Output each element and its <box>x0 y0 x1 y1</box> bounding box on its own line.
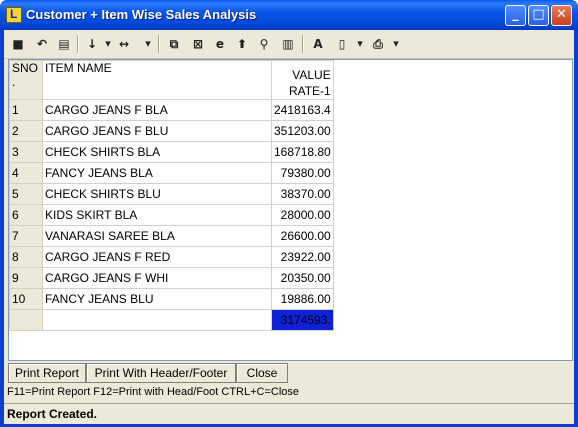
printer-dropdown-icon[interactable]: ▾ <box>388 36 404 52</box>
copy-icon[interactable]: ⧉ <box>166 36 182 52</box>
report-grid[interactable]: SNO . ITEM NAME VALUE RATE-1 1 CARGO JEAN… <box>8 59 573 361</box>
item-name-cell[interactable]: CARGO JEANS F WHI <box>42 267 272 289</box>
arrow-up-icon[interactable]: ⬆ <box>234 36 250 52</box>
value-cell[interactable]: 168718.80 <box>271 141 334 163</box>
item-name-cell[interactable]: FANCY JEANS BLA <box>42 162 272 184</box>
save-icon[interactable]: ■ <box>10 36 26 52</box>
shortcut-hint: F11=Print Report F12=Print with Head/Foo… <box>7 386 300 398</box>
app-icon <box>6 7 22 23</box>
item-name-cell[interactable]: FANCY JEANS BLU <box>42 288 272 310</box>
minimize-button[interactable]: _ <box>505 5 526 26</box>
client-area: ■ ↶ ▤ ↓ ▾ ↔ ▾ ⧉ ⊠ e ⬆ ⚲ ▥ A ▯ ▾ ⎙ ▾ SNO <box>4 30 574 424</box>
table-row[interactable]: 1 CARGO JEANS F BLA 2418163.4 <box>9 99 334 121</box>
status-bar: Report Created. <box>4 403 574 424</box>
toolbar: ■ ↶ ▤ ↓ ▾ ↔ ▾ ⧉ ⊠ e ⬆ ⚲ ▥ A ▯ ▾ ⎙ ▾ <box>4 30 574 59</box>
value-cell[interactable]: 28000.00 <box>271 204 334 226</box>
sno-cell[interactable]: 5 <box>9 183 43 205</box>
value-cell[interactable]: 19886.00 <box>271 288 334 310</box>
sno-cell[interactable]: 8 <box>9 246 43 268</box>
table-row[interactable]: 2 CARGO JEANS F BLU 351203.00 <box>9 120 334 142</box>
sno-cell[interactable]: 4 <box>9 162 43 184</box>
sno-cell[interactable]: 2 <box>9 120 43 142</box>
sort-icon[interactable]: ↓ <box>84 36 100 52</box>
value-cell[interactable]: 23922.00 <box>271 246 334 268</box>
item-name-cell[interactable]: VANARASI SAREE BLA <box>42 225 272 247</box>
table-row[interactable]: 4 FANCY JEANS BLA 79380.00 <box>9 162 334 184</box>
item-name-header[interactable]: ITEM NAME <box>42 60 272 100</box>
value-cell[interactable]: 351203.00 <box>271 120 334 142</box>
status-text: Report Created. <box>7 407 98 421</box>
print-with-header-footer-button[interactable]: Print With Header/Footer <box>86 363 236 383</box>
sno-cell[interactable]: 6 <box>9 204 43 226</box>
close-window-button[interactable]: ✕ <box>551 5 572 26</box>
item-name-cell[interactable]: CARGO JEANS F BLA <box>42 99 272 121</box>
window-title: Customer + Item Wise Sales Analysis <box>26 7 257 22</box>
column-width-dropdown-icon[interactable]: ▾ <box>140 36 156 52</box>
find-icon[interactable]: ⚲ <box>256 36 272 52</box>
value-cell[interactable]: 2418163.4 <box>271 99 334 121</box>
page-setup-dropdown-icon[interactable]: ▾ <box>352 36 368 52</box>
toolbar-separator <box>77 35 79 53</box>
sno-cell[interactable]: 3 <box>9 141 43 163</box>
table-row[interactable]: 3 CHECK SHIRTS BLA 168718.80 <box>9 141 334 163</box>
item-name-cell[interactable]: CARGO JEANS F RED <box>42 246 272 268</box>
sno-cell[interactable]: 1 <box>9 99 43 121</box>
value-cell[interactable]: 20350.00 <box>271 267 334 289</box>
toolbar-separator <box>302 35 304 53</box>
sno-cell[interactable]: 7 <box>9 225 43 247</box>
column-width-icon[interactable]: ↔ <box>116 36 132 52</box>
header-row: SNO . ITEM NAME VALUE RATE-1 <box>9 60 334 100</box>
chart-icon[interactable]: ▥ <box>280 36 296 52</box>
total-row: 3174593. <box>9 309 334 331</box>
excel-icon[interactable]: ⊠ <box>190 36 206 52</box>
table-row[interactable]: 6 KIDS SKIRT BLA 28000.00 <box>9 204 334 226</box>
item-name-cell[interactable]: CARGO JEANS F BLU <box>42 120 272 142</box>
sno-header[interactable]: SNO . <box>9 60 43 100</box>
print-report-button[interactable]: Print Report <box>8 363 86 383</box>
table-row[interactable]: 7 VANARASI SAREE BLA 26600.00 <box>9 225 334 247</box>
total-value-cell[interactable]: 3174593. <box>271 309 334 331</box>
total-sno-cell[interactable] <box>9 309 43 331</box>
value-header[interactable]: VALUE RATE-1 <box>271 60 334 100</box>
page-setup-icon[interactable]: ▯ <box>334 36 350 52</box>
printer-icon[interactable]: ⎙ <box>370 36 386 52</box>
app-window: Customer + Item Wise Sales Analysis _ □ … <box>0 0 578 427</box>
font-icon[interactable]: A <box>310 36 326 52</box>
sort-dropdown-icon[interactable]: ▾ <box>100 36 116 52</box>
value-cell[interactable]: 26600.00 <box>271 225 334 247</box>
report-table: SNO . ITEM NAME VALUE RATE-1 1 CARGO JEAN… <box>9 60 334 331</box>
total-name-cell[interactable] <box>42 309 272 331</box>
value-cell[interactable]: 38370.00 <box>271 183 334 205</box>
title-bar[interactable]: Customer + Item Wise Sales Analysis _ □ … <box>0 0 578 30</box>
undo-icon[interactable]: ↶ <box>34 36 50 52</box>
maximize-button[interactable]: □ <box>528 5 549 26</box>
table-row[interactable]: 5 CHECK SHIRTS BLU 38370.00 <box>9 183 334 205</box>
item-name-cell[interactable]: CHECK SHIRTS BLA <box>42 141 272 163</box>
table-row[interactable]: 9 CARGO JEANS F WHI 20350.00 <box>9 267 334 289</box>
print-preview-icon[interactable]: ▤ <box>56 36 72 52</box>
browser-icon[interactable]: e <box>212 36 228 52</box>
toolbar-separator <box>158 35 160 53</box>
close-button[interactable]: Close <box>236 363 288 383</box>
table-row[interactable]: 10 FANCY JEANS BLU 19886.00 <box>9 288 334 310</box>
table-row[interactable]: 8 CARGO JEANS F RED 23922.00 <box>9 246 334 268</box>
sno-cell[interactable]: 9 <box>9 267 43 289</box>
sno-cell[interactable]: 10 <box>9 288 43 310</box>
item-name-cell[interactable]: KIDS SKIRT BLA <box>42 204 272 226</box>
button-bar: Print Report Print With Header/Footer Cl… <box>4 362 574 384</box>
value-cell[interactable]: 79380.00 <box>271 162 334 184</box>
item-name-cell[interactable]: CHECK SHIRTS BLU <box>42 183 272 205</box>
